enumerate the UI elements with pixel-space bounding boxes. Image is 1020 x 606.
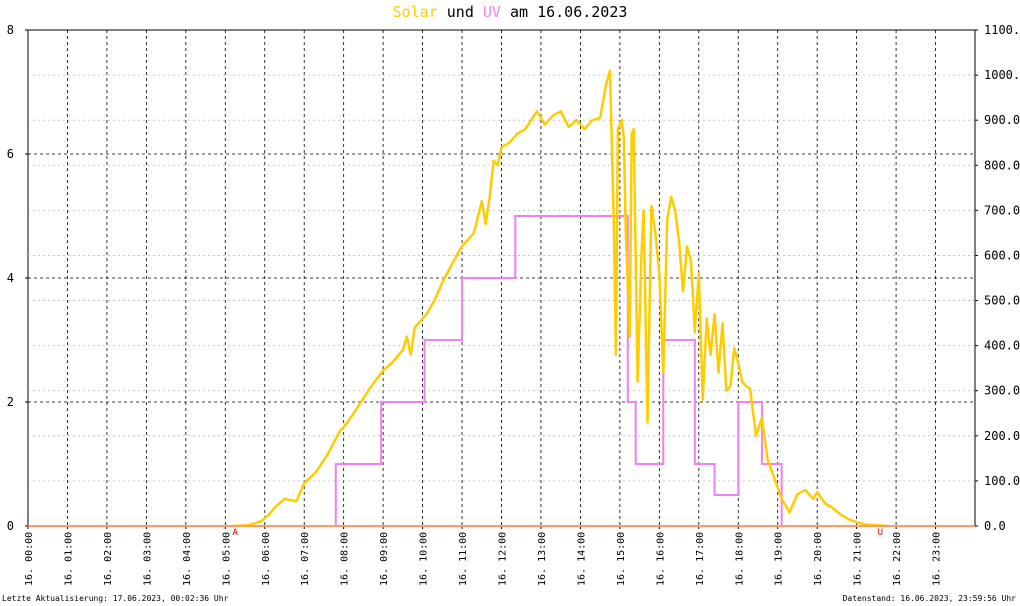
x-axis-tick-label: 16. 19:00 <box>774 532 785 586</box>
right-axis-tick-label: 1100.0 <box>984 23 1020 37</box>
x-axis-tick-label: 16. 00:00 <box>24 532 35 586</box>
x-axis-tick-label: 16. 10:00 <box>419 532 430 586</box>
x-axis-tick-label: 16. 18:00 <box>734 532 745 586</box>
marker-label: A <box>232 528 238 538</box>
x-axis-tick-label: 16. 21:00 <box>853 532 864 586</box>
x-axis-tick-label: 16. 12:00 <box>498 532 509 586</box>
x-axis-tick-label: 16. 04:00 <box>182 532 193 586</box>
x-axis-tick-label: 16. 02:00 <box>103 532 114 586</box>
x-axis-tick-label: 16. 16:00 <box>655 532 666 586</box>
right-axis-tick-label: 900.0 <box>984 113 1020 127</box>
x-axis-tick-label: 16. 22:00 <box>892 532 903 586</box>
right-axis-tick-label: 200.0 <box>984 429 1020 443</box>
right-axis-tick-label: 700.0 <box>984 203 1020 217</box>
left-axis-tick-label: 8 <box>7 23 14 37</box>
x-axis-tick-label: 16. 05:00 <box>221 532 232 586</box>
x-axis-tick-label: 16. 07:00 <box>300 532 311 586</box>
x-axis-tick-label: 16. 06:00 <box>261 532 272 586</box>
uv-series-line <box>28 215 975 527</box>
x-axis-tick-label: 16. 03:00 <box>142 532 153 586</box>
right-axis-tick-label: 600.0 <box>984 248 1020 262</box>
left-axis-tick-label: 4 <box>7 271 14 285</box>
right-axis-tick-label: 400.0 <box>984 339 1020 353</box>
x-axis-tick-label: 16. 01:00 <box>63 532 74 586</box>
left-axis-tick-label: 6 <box>7 147 14 161</box>
x-axis-tick-label: 16. 17:00 <box>695 532 706 586</box>
solar-series-line <box>233 69 889 528</box>
footer-data-status: Datenstand: 16.06.2023, 23:59:56 Uhr <box>842 594 1016 603</box>
right-axis-tick-label: 1000.0 <box>984 68 1020 82</box>
x-axis-tick-label: 16. 09:00 <box>379 532 390 586</box>
footer-last-update: Letzte Aktualisierung: 17.06.2023, 00:02… <box>2 594 229 603</box>
right-axis-tick-label: 0.0 <box>984 519 1006 533</box>
solar-uv-chart: 0 2 4 6 8 0.0 100.0 200.0 300.0 400.0 500.0 600.0 70… <box>7 23 1020 586</box>
right-axis-tick-label: 100.0 <box>984 474 1020 488</box>
right-axis-tick-label: 500.0 <box>984 294 1020 308</box>
right-axis-tick-label: 800.0 <box>984 158 1020 172</box>
x-axis-tick-label: 16. 11:00 <box>458 532 469 586</box>
x-axis-tick-label: 16. 23:00 <box>932 532 943 586</box>
x-axis-tick-label: 16. 13:00 <box>537 532 548 586</box>
marker-label: U <box>878 528 883 538</box>
x-axis-tick-label: 16. 08:00 <box>340 532 351 586</box>
left-axis-tick-label: 2 <box>7 395 14 409</box>
right-axis-tick-label: 300.0 <box>984 384 1020 398</box>
x-axis-tick-label: 16. 20:00 <box>813 532 824 586</box>
x-axis-tick-label: 16. 14:00 <box>576 532 587 586</box>
x-axis-tick-label: 16. 15:00 <box>616 532 627 586</box>
left-axis-tick-label: 0 <box>7 519 14 533</box>
